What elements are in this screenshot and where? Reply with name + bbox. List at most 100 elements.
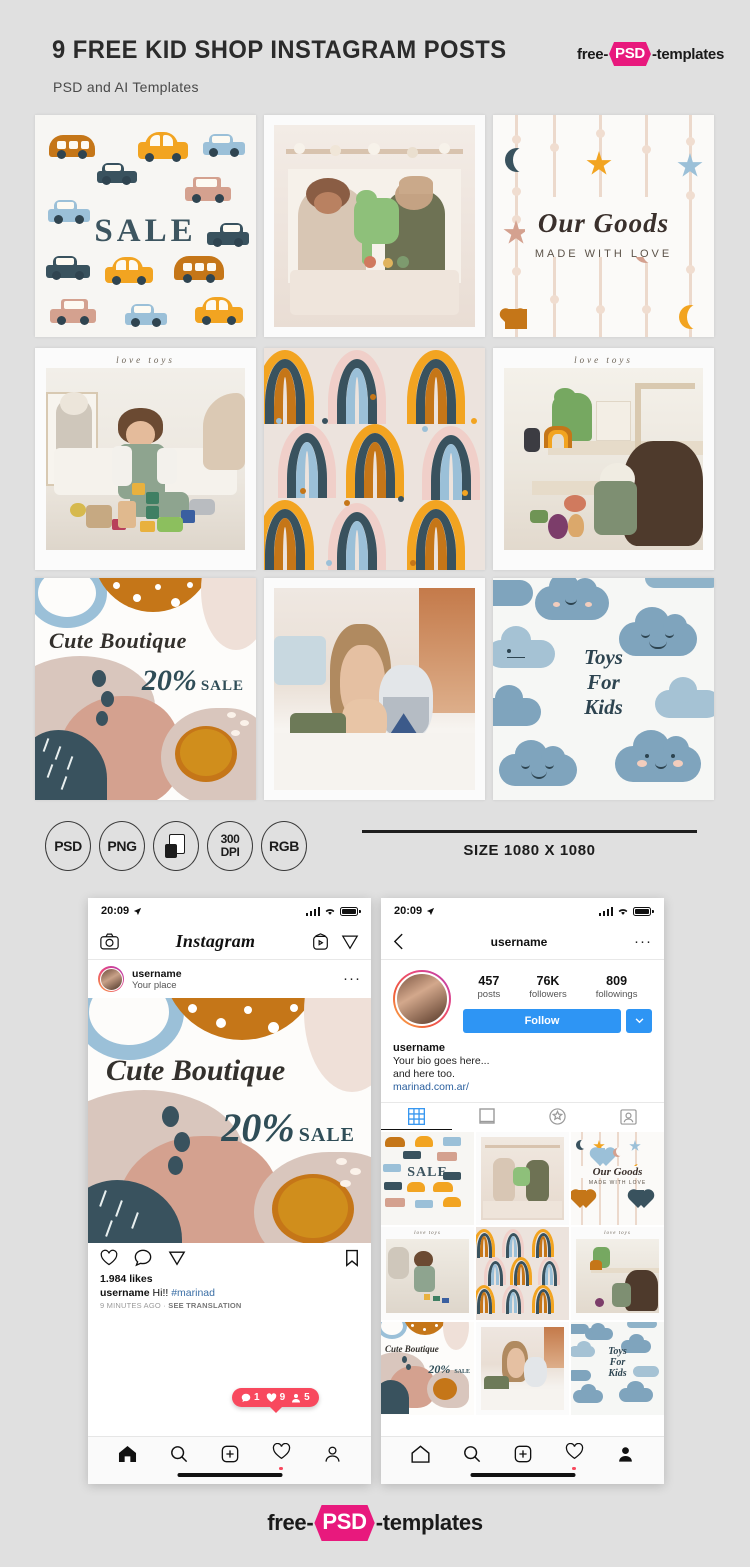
back-icon[interactable] [393, 933, 404, 950]
camera-icon[interactable] [100, 933, 119, 950]
bio-link[interactable]: marinad.com.ar/ [393, 1081, 652, 1094]
profile-icon[interactable] [617, 1445, 634, 1463]
car-icon [105, 257, 153, 285]
boutique-discount: 20% SALE [142, 664, 244, 698]
grid-thumb-boy-blocks[interactable]: love toys [381, 1227, 474, 1320]
badge-rgb: RGB [261, 821, 307, 871]
battery-icon [633, 906, 654, 916]
thumb-love-toys: love toys [604, 1231, 631, 1236]
thumb-sale-label: SALE [407, 1165, 448, 1180]
bottom-tab-bar [88, 1436, 371, 1484]
activity-tab[interactable] [272, 1442, 291, 1470]
post-image-cute-boutique[interactable]: Cute Boutique 20% SALE [88, 998, 371, 1243]
grid-thumb-toys-clouds[interactable]: Toys For Kids [571, 1322, 664, 1415]
igtv-icon[interactable] [312, 933, 329, 950]
tab-tagged[interactable] [593, 1103, 664, 1130]
tab-list[interactable] [452, 1103, 523, 1130]
home-icon[interactable] [411, 1445, 430, 1463]
profile-post-grid: SALE Our Goods MADE WITH LOVE love toys … [381, 1130, 664, 1415]
stat-followers-value: 76K [536, 974, 560, 988]
comment-icon [241, 1393, 251, 1402]
post-location[interactable]: Your place [132, 980, 182, 991]
format-badges: PSD PNG 300 DPI RGB [45, 821, 307, 871]
post-header: username Your place ··· [88, 960, 371, 998]
tab-grid[interactable] [381, 1103, 452, 1130]
caption-hashtag[interactable]: #marinad [171, 1287, 215, 1299]
add-post-icon[interactable] [221, 1445, 239, 1463]
comment-icon[interactable] [134, 1249, 152, 1267]
location-arrow-icon [134, 907, 142, 915]
thumb-tfk-title: Toys For Kids [571, 1346, 664, 1379]
thumb-tfk-3: Kids [608, 1368, 627, 1379]
thumb-love-toys: love toys [414, 1231, 441, 1236]
thumb-discount: 20% [428, 1362, 451, 1376]
tfk-line-2: For [587, 669, 620, 694]
save-icon[interactable] [345, 1249, 359, 1267]
logo-psd-badge: PSD [314, 1505, 375, 1541]
goods-title: Our Goods [537, 208, 670, 239]
post-tile-rainbows[interactable] [264, 348, 485, 570]
profile-icon[interactable] [324, 1445, 341, 1463]
notification-toast[interactable]: 1 9 5 [232, 1388, 319, 1413]
follow-button[interactable]: Follow [463, 1009, 621, 1033]
post-tile-cute-boutique[interactable]: Cute Boutique 20% SALE [35, 578, 256, 800]
post-tile-girl-drinking[interactable] [264, 578, 485, 800]
add-post-icon[interactable] [514, 1445, 532, 1463]
avatar[interactable] [98, 966, 124, 992]
grid-thumb-our-goods[interactable]: Our Goods MADE WITH LOVE [571, 1132, 664, 1225]
reels-icon [549, 1108, 567, 1125]
stat-followings[interactable]: 809 followings [596, 974, 638, 1001]
brand-logo-footer[interactable]: free- PSD -templates [267, 1505, 483, 1541]
grid-thumb-girls-dino[interactable] [476, 1132, 569, 1225]
sale-text: SALE [94, 212, 197, 249]
car-icon [138, 131, 188, 162]
wifi-icon [618, 908, 628, 915]
see-translation-link[interactable]: SEE TRANSLATION [168, 1301, 241, 1310]
badge-rgb-label: RGB [269, 837, 299, 854]
car-icon [50, 299, 96, 325]
post-username[interactable]: username [132, 968, 182, 980]
post-tile-boy-blocks[interactable]: love toys [35, 348, 256, 570]
post-tile-toys-clouds[interactable]: Toys For Kids [493, 578, 714, 800]
activity-tab[interactable] [565, 1442, 584, 1470]
activity-icon[interactable] [272, 1442, 291, 1460]
share-icon[interactable] [168, 1249, 186, 1267]
badge-png-label: PNG [107, 837, 137, 854]
battery-icon [340, 906, 361, 916]
direct-message-icon[interactable] [341, 933, 359, 951]
search-icon[interactable] [170, 1445, 188, 1463]
post-more-button[interactable]: ··· [343, 971, 361, 986]
profile-avatar[interactable] [393, 970, 451, 1028]
car-icon [46, 256, 90, 280]
post-tile-cars-sale[interactable]: SALE [35, 115, 256, 337]
stat-followers[interactable]: 76K followers [529, 974, 567, 1001]
cars-pattern: SALE [35, 115, 256, 337]
badge-dpi-unit: DPI [220, 845, 240, 859]
activity-icon[interactable] [565, 1442, 584, 1460]
tab-reels[interactable] [523, 1103, 594, 1130]
thumb-tfk-1: Toys [608, 1346, 627, 1357]
follow-dropdown-button[interactable] [626, 1009, 652, 1033]
post-tile-girls-dino[interactable] [264, 115, 485, 337]
like-icon[interactable] [100, 1249, 118, 1267]
grid-thumb-rainbows[interactable] [476, 1227, 569, 1320]
phone-mockup-feed: 20:09 Instagram username Your place ··· … [88, 898, 371, 1484]
car-icon [195, 297, 243, 325]
caption-username[interactable]: username [100, 1287, 150, 1299]
grid-thumb-cars-sale[interactable]: SALE [381, 1132, 474, 1225]
chevron-down-icon [635, 1018, 643, 1024]
stat-posts[interactable]: 457 posts [478, 974, 501, 1001]
post-tile-our-goods[interactable]: Our Goods MADE WITH LOVE [493, 115, 714, 337]
grid-thumb-girl-shelf[interactable]: love toys [571, 1227, 664, 1320]
likes-count: 1.984 likes [100, 1273, 153, 1285]
search-icon[interactable] [463, 1445, 481, 1463]
profile-more-button[interactable]: ··· [634, 934, 652, 949]
home-icon[interactable] [118, 1445, 137, 1463]
grid-thumb-cute-boutique[interactable]: Cute Boutique 20% SALE [381, 1322, 474, 1415]
brand-logo-top[interactable]: free- PSD -templates [577, 42, 724, 66]
badge-psd: PSD [45, 821, 91, 871]
post-caption: username Hi!! #marinad [88, 1287, 371, 1301]
grid-thumb-girl-drinking[interactable] [476, 1322, 569, 1415]
post-tile-girl-shelf[interactable]: love toys [493, 348, 714, 570]
thumb-sale: SALE [454, 1369, 470, 1375]
